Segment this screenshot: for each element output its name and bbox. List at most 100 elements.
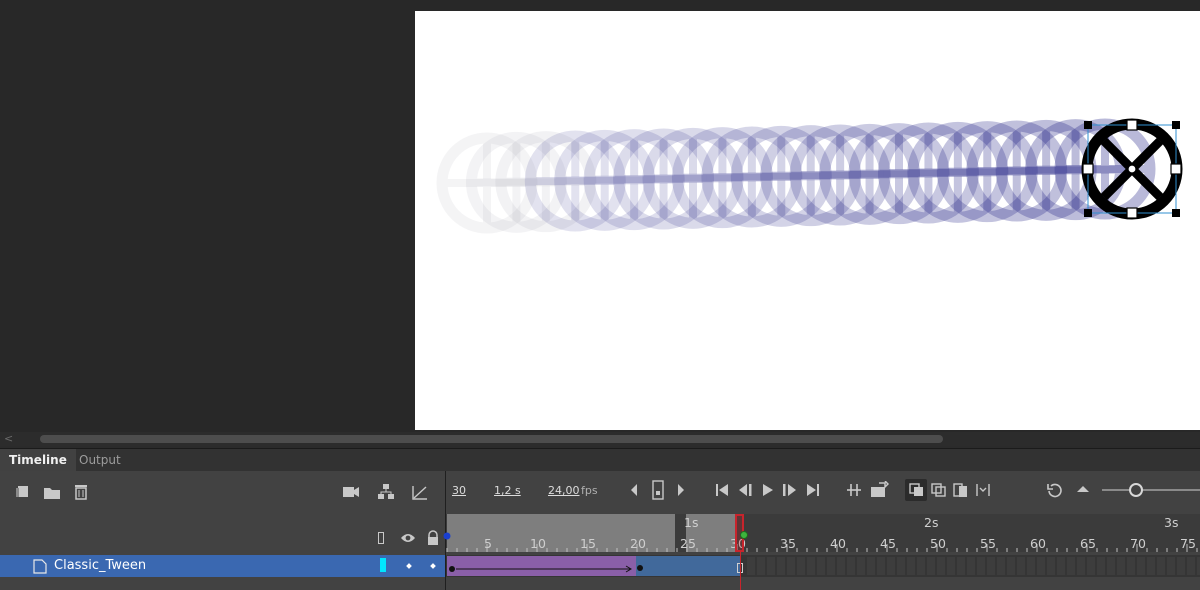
elapsed-time-field[interactable]: 1,2 s [494, 484, 521, 497]
scroll-left-icon[interactable]: < [4, 432, 13, 446]
go-last-icon[interactable] [805, 482, 821, 498]
empty-frame-cell [1137, 557, 1145, 575]
transform-handle-tl [1084, 121, 1092, 129]
empty-frame-cell [857, 557, 865, 575]
empty-frame-cell [1107, 557, 1115, 575]
layer-parenting-icon[interactable] [377, 483, 395, 500]
tab-timeline[interactable]: Timeline [0, 449, 76, 472]
keyframe-dot-icon[interactable] [636, 563, 644, 573]
frame-number: 35 [780, 536, 796, 551]
empty-frame-cell [1117, 557, 1125, 575]
scroll-thumb[interactable] [40, 435, 943, 443]
empty-frame-cell [947, 557, 955, 575]
layer-list-empty [0, 577, 445, 590]
export-clip-icon[interactable] [869, 481, 889, 499]
onion-skin-outlines-icon[interactable] [931, 483, 947, 497]
second-label: 1s [684, 515, 699, 530]
zoom-slider-thumb[interactable] [1129, 483, 1143, 497]
frame-number: 55 [980, 536, 996, 551]
tab-output[interactable]: Output [70, 449, 130, 472]
frame-cells [747, 557, 1200, 575]
modify-markers-icon[interactable] [975, 482, 991, 498]
step-forward-icon[interactable] [781, 482, 799, 498]
frame-number: 5 [484, 536, 492, 551]
transform-handle-br [1172, 209, 1180, 217]
empty-frame-cell [1167, 557, 1175, 575]
frame-number: 65 [1080, 536, 1096, 551]
empty-frame-cell [1047, 557, 1055, 575]
empty-frame-cell [777, 557, 785, 575]
selected-wheel [1081, 118, 1183, 220]
empty-frame-cell [877, 557, 885, 575]
center-frame-icon[interactable] [1046, 482, 1064, 498]
loop-icon[interactable] [845, 481, 863, 499]
current-frame-field[interactable]: 30 [452, 484, 466, 497]
registration-point [1127, 164, 1137, 174]
stage-area [0, 0, 1200, 432]
new-folder-icon[interactable] [43, 485, 61, 501]
zoom-slider-track[interactable] [1102, 489, 1200, 491]
empty-frame-cell [1067, 557, 1075, 575]
frame-number: 50 [930, 536, 946, 551]
frame-number: 25 [680, 536, 696, 551]
lock-icon[interactable] [426, 530, 440, 546]
onion-skin-icon[interactable] [909, 483, 925, 497]
frame-number: 10 [530, 536, 546, 551]
layer-color-swatch[interactable] [380, 558, 386, 572]
transform-handle-bl [1084, 209, 1092, 217]
fps-unit-label: fps [581, 484, 598, 497]
playhead-frame-marker-icon [740, 531, 748, 539]
empty-frame-cell [1007, 557, 1015, 575]
playhead-line [740, 552, 741, 590]
empty-frame-cell [987, 557, 995, 575]
next-keyframe-icon[interactable] [675, 482, 687, 498]
empty-frame-cell [837, 557, 845, 575]
frame-number: 20 [630, 536, 646, 551]
tween-ease-icon[interactable] [411, 484, 429, 500]
empty-frame-cell [1017, 557, 1025, 575]
empty-frame-cell [917, 557, 925, 575]
new-layer-icon[interactable] [15, 484, 31, 500]
second-label: 3s [1164, 515, 1179, 530]
empty-frame-cell [747, 557, 755, 575]
fps-field[interactable]: 24,00 [548, 484, 580, 497]
frame-number: 15 [580, 536, 596, 551]
zoom-out-icon[interactable] [1076, 484, 1090, 494]
layer-type-icon [33, 559, 47, 574]
stage-canvas[interactable] [415, 11, 1200, 430]
tween-arrow [449, 565, 632, 573]
empty-frame-cell [1177, 557, 1185, 575]
static-frame-span[interactable] [636, 556, 741, 576]
empty-frame-cell [967, 557, 975, 575]
range-start-marker-icon[interactable] [443, 531, 451, 541]
eye-icon[interactable] [400, 532, 416, 544]
insert-keyframe-icon[interactable] [651, 480, 665, 500]
empty-frame-cell [957, 557, 965, 575]
empty-frame-cell [1147, 557, 1155, 575]
delete-icon[interactable] [73, 483, 89, 500]
step-back-icon[interactable] [737, 482, 755, 498]
empty-frame-cell [847, 557, 855, 575]
frame-number: 60 [1030, 536, 1046, 551]
camera-icon[interactable] [342, 485, 360, 499]
prev-keyframe-icon[interactable] [628, 482, 640, 498]
second-label: 2s [924, 515, 939, 530]
frame-number: 70 [1130, 536, 1146, 551]
empty-frame-cell [757, 557, 765, 575]
wheel-symbol[interactable] [415, 11, 1200, 430]
empty-frame-cell [897, 557, 905, 575]
frame-number: 75 [1180, 536, 1196, 551]
empty-frame-cell [827, 557, 835, 575]
transform-handle-tm [1126, 119, 1138, 131]
empty-frame-cell [787, 557, 795, 575]
layer-highlight-column-icon[interactable] [378, 532, 384, 544]
layer-name[interactable]: Classic_Tween [54, 558, 146, 573]
empty-frame-cell [817, 557, 825, 575]
play-icon[interactable] [761, 482, 775, 498]
empty-frame-cell [1037, 557, 1045, 575]
edit-multiple-frames-icon[interactable] [953, 483, 969, 498]
go-first-icon[interactable] [714, 482, 730, 498]
empty-frame-cell [907, 557, 915, 575]
stage-hscrollbar[interactable]: < [0, 432, 1200, 446]
empty-frame-cell [767, 557, 775, 575]
